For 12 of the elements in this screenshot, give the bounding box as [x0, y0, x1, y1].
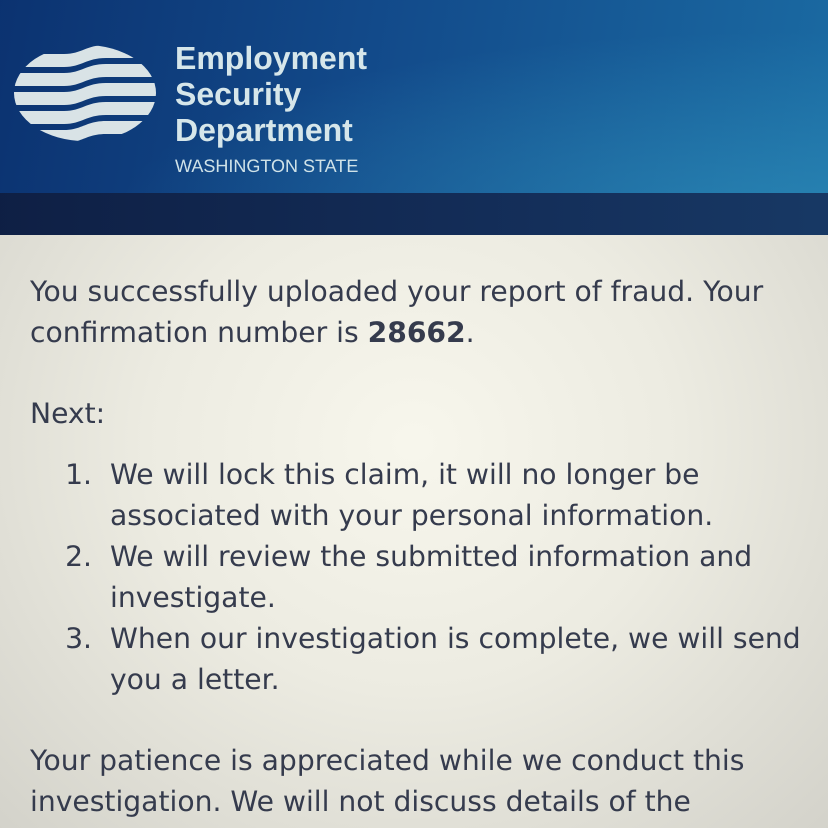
step-number: 2. [64, 539, 92, 575]
state-name: WASHINGTON STATE [175, 155, 360, 177]
step-number: 3. [64, 621, 92, 657]
step-number: 1. [64, 457, 92, 493]
section-heading: Next: [30, 396, 106, 432]
striped-circle-icon [14, 45, 156, 141]
agency-name: Employment Security Department [175, 40, 368, 148]
step-text: We will lock this claim, it will no longer be associated with your personal information. [110, 457, 714, 534]
step-text: When our investigation is complete, we will send you a letter. [110, 621, 802, 698]
step-text: We will review the submitted information and investigate. [110, 539, 754, 616]
closing-paragraph: Your patience is appreciated while we conduct this investigation. We will not discuss details of the [30, 743, 746, 820]
confirmation-message: You successfully uploaded your report of fraud. Your confirmation number is 28662. [30, 274, 764, 351]
